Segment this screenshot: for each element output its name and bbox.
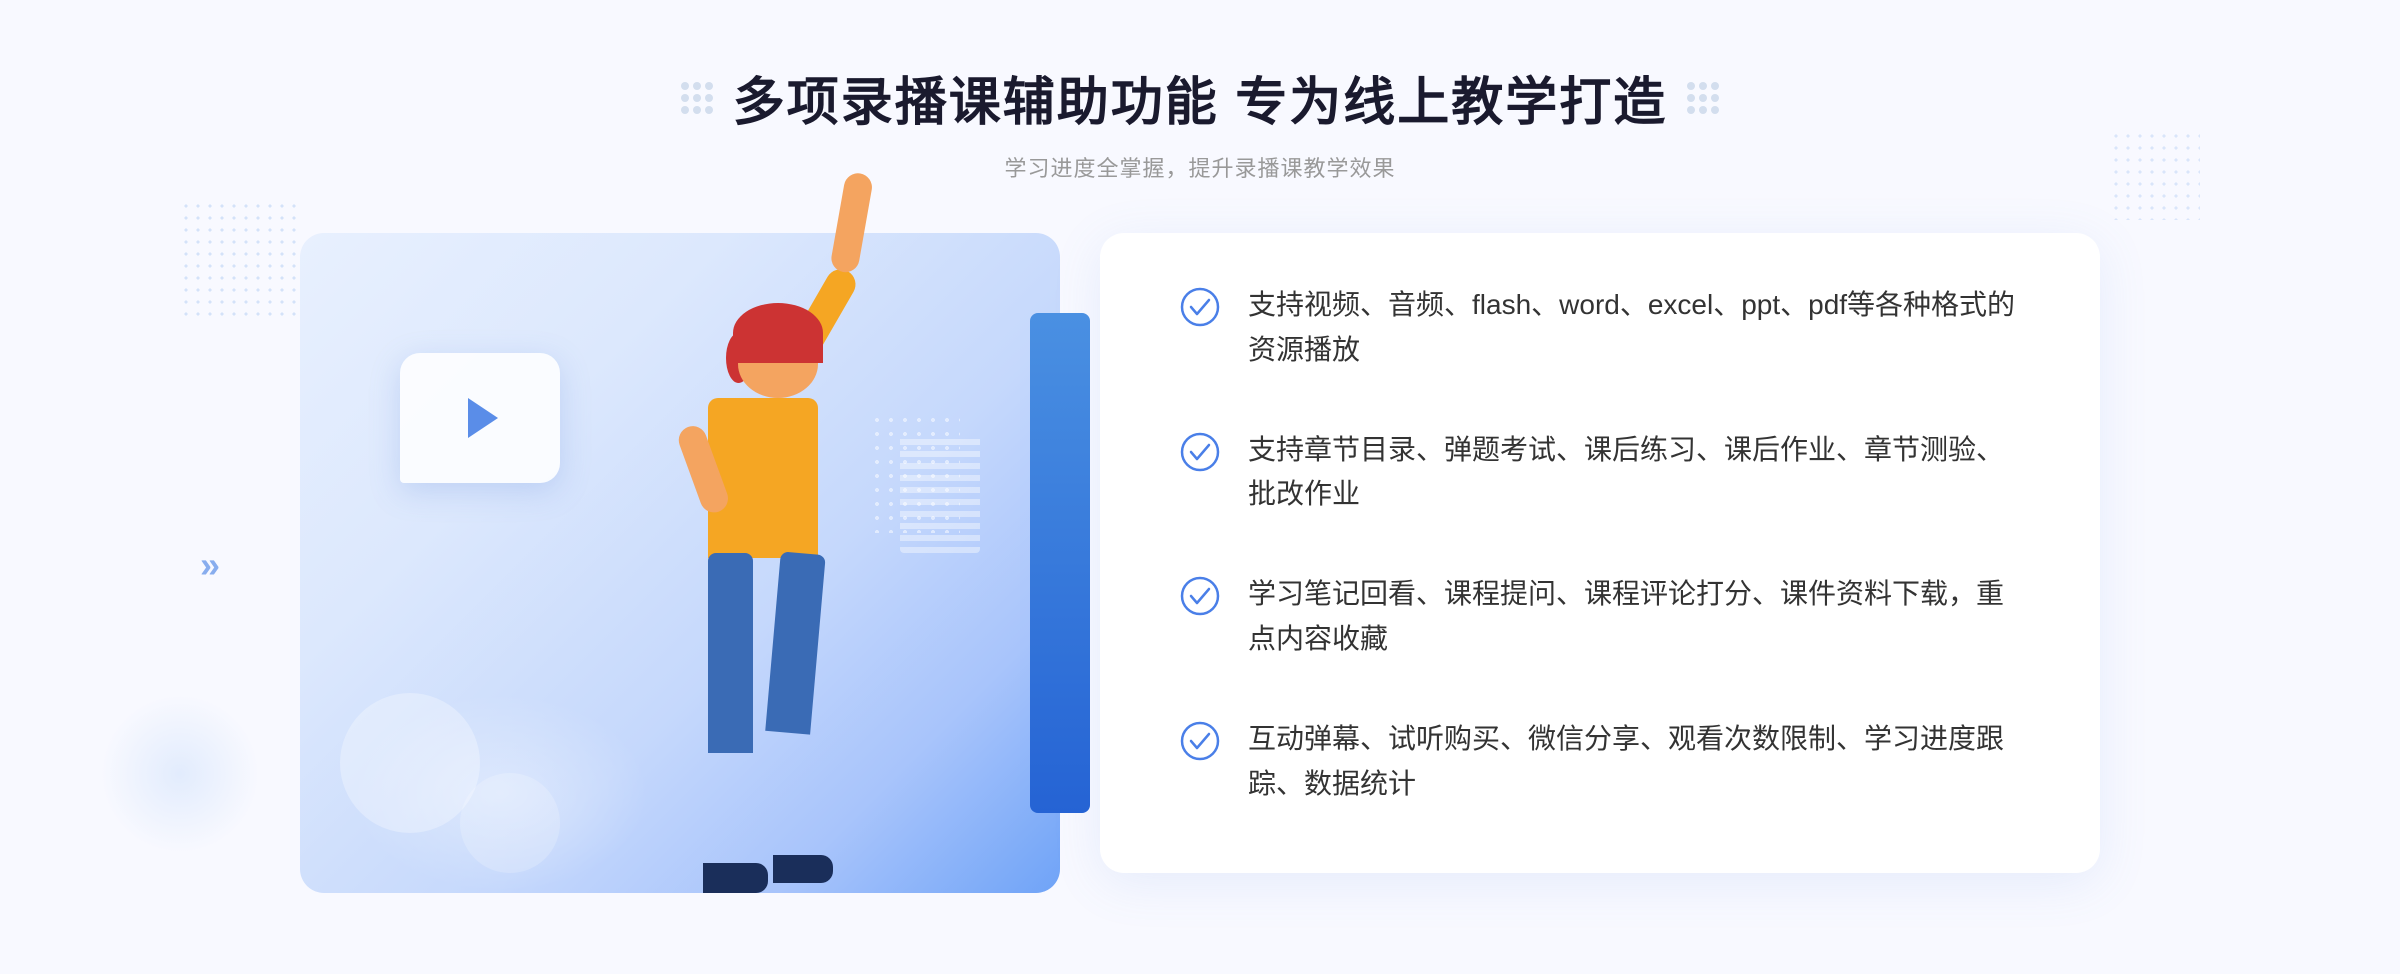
person-legs bbox=[708, 553, 818, 753]
page-container: 多项录播课辅助功能 专为线上教学打造 学习进度全掌握，提升录播课教学效果 » bbox=[0, 0, 2400, 974]
illustration-card bbox=[300, 233, 1060, 893]
person-arm-right-lower bbox=[829, 171, 874, 274]
bg-circle-blue bbox=[100, 694, 260, 854]
feature-text-2: 支持章节目录、弹题考试、课后练习、课后作业、章节测验、批改作业 bbox=[1248, 428, 2020, 518]
play-triangle-icon bbox=[468, 398, 498, 438]
person-shoe-right bbox=[773, 855, 833, 883]
feature-text-4: 互动弹幕、试听购买、微信分享、观看次数限制、学习进度跟踪、数据统计 bbox=[1248, 717, 2020, 807]
feature-item-4: 互动弹幕、试听购买、微信分享、观看次数限制、学习进度跟踪、数据统计 bbox=[1180, 717, 2020, 807]
chevron-double-icon: » bbox=[200, 544, 220, 585]
feature-item-2: 支持章节目录、弹题考试、课后练习、课后作业、章节测验、批改作业 bbox=[1180, 428, 2020, 518]
header-title-row: 多项录播课辅助功能 专为线上教学打造 bbox=[681, 60, 1719, 135]
sub-title: 学习进度全掌握，提升录播课教学效果 bbox=[1004, 151, 1395, 183]
person-shoe-left bbox=[703, 863, 768, 893]
person-body bbox=[708, 398, 818, 558]
main-title: 多项录播课辅助功能 专为线上教学打造 bbox=[733, 60, 1667, 135]
feature-item-3: 学习笔记回看、课程提问、课程评论打分、课件资料下载，重点内容收藏 bbox=[1180, 572, 2020, 662]
content-area: » bbox=[300, 233, 2100, 893]
blue-vertical-bar bbox=[1030, 313, 1090, 813]
person-leg-left bbox=[708, 553, 753, 753]
bg-dots-left bbox=[180, 200, 300, 320]
bg-dots-top-right bbox=[2110, 130, 2200, 220]
header-section: 多项录播课辅助功能 专为线上教学打造 学习进度全掌握，提升录播课教学效果 bbox=[681, 60, 1719, 183]
play-bubble bbox=[400, 353, 560, 483]
feature-text-3: 学习笔记回看、课程提问、课程评论打分、课件资料下载，重点内容收藏 bbox=[1248, 572, 2020, 662]
right-panel: 支持视频、音频、flash、word、excel、ppt、pdf等各种格式的资源… bbox=[1100, 233, 2100, 873]
check-icon-2 bbox=[1180, 432, 1220, 472]
person-leg-right bbox=[765, 551, 826, 734]
check-icon-4 bbox=[1180, 721, 1220, 761]
light-effect bbox=[350, 693, 650, 893]
check-icon-1 bbox=[1180, 287, 1220, 327]
check-icon-3 bbox=[1180, 576, 1220, 616]
feature-text-1: 支持视频、音频、flash、word、excel、ppt、pdf等各种格式的资源… bbox=[1248, 283, 2020, 373]
person-hair bbox=[733, 303, 823, 363]
feature-item-1: 支持视频、音频、flash、word、excel、ppt、pdf等各种格式的资源… bbox=[1180, 283, 2020, 373]
left-arrow-decoration: » bbox=[200, 539, 220, 587]
left-dots-decoration bbox=[681, 82, 713, 114]
right-dots-decoration bbox=[1687, 82, 1719, 114]
